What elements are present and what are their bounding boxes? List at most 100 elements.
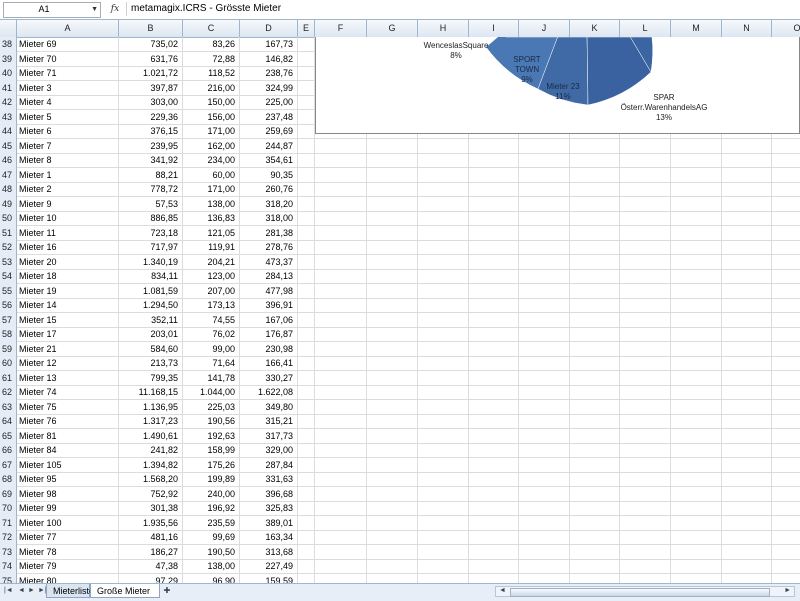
cell-value-b[interactable]: 239,95 (119, 138, 183, 154)
cell-value-c[interactable]: 162,00 (183, 138, 240, 154)
row-number[interactable]: 50 (0, 211, 17, 226)
cell-value-c[interactable]: 76,02 (183, 327, 240, 342)
cell-value-d[interactable]: 227,49 (240, 559, 298, 574)
next-sheet-icon[interactable]: ► (28, 587, 35, 594)
table-row[interactable]: 45 Mieter 7 239,95 162,00 244,87 (0, 138, 800, 154)
cell-tenant-name[interactable]: Mieter 80 (17, 573, 119, 583)
formula-input[interactable]: metamagix.ICRS - Grösste Mieter (131, 3, 281, 14)
cell-value-c[interactable]: 99,69 (183, 530, 240, 545)
cell-tenant-name[interactable]: Mieter 9 (17, 196, 119, 212)
cell-tenant-name[interactable]: Mieter 99 (17, 501, 119, 516)
cell-tenant-name[interactable]: Mieter 18 (17, 269, 119, 284)
cell-value-b[interactable]: 11.168,15 (119, 385, 183, 400)
pie-chart[interactable]: WenceslasSquare 8% SPORT TOWN 9% Mieter … (315, 37, 800, 134)
table-row[interactable]: 63 Mieter 75 1.136,95 225,03 349,80 (0, 399, 800, 415)
cell-value-b[interactable]: 735,02 (119, 37, 183, 52)
cell-value-c[interactable]: 171,00 (183, 182, 240, 197)
cell-value-d[interactable]: 317,73 (240, 428, 298, 444)
cell-value-b[interactable]: 886,85 (119, 211, 183, 226)
cell-value-c[interactable]: 173,13 (183, 298, 240, 313)
cell-tenant-name[interactable]: Mieter 8 (17, 153, 119, 168)
cell-value-c[interactable]: 192,63 (183, 428, 240, 444)
table-row[interactable]: 56 Mieter 14 1.294,50 173,13 396,91 (0, 298, 800, 313)
insert-sheet-icon[interactable]: ✚ (161, 585, 173, 597)
column-header-g[interactable]: G (367, 20, 418, 37)
cell-value-d[interactable]: 473,37 (240, 254, 298, 270)
cell-value-b[interactable]: 1.021,72 (119, 66, 183, 81)
column-header-a[interactable]: A (17, 20, 119, 37)
table-row[interactable]: 67 Mieter 105 1.394,82 175,26 287,84 (0, 457, 800, 473)
cell-tenant-name[interactable]: Mieter 76 (17, 414, 119, 429)
cell-value-d[interactable]: 318,20 (240, 196, 298, 212)
table-row[interactable]: 69 Mieter 98 752,92 240,00 396,68 (0, 486, 800, 502)
column-header-i[interactable]: I (469, 20, 519, 37)
cell-value-b[interactable]: 1.317,23 (119, 414, 183, 429)
cell-tenant-name[interactable]: Mieter 6 (17, 124, 119, 139)
table-row[interactable]: 46 Mieter 8 341,92 234,00 354,61 (0, 153, 800, 168)
cell-value-b[interactable]: 717,97 (119, 240, 183, 255)
cell-value-d[interactable]: 163,34 (240, 530, 298, 545)
column-header-n[interactable]: N (722, 20, 772, 37)
tab-grosse-mieter[interactable]: Große Mieter (90, 584, 160, 598)
cell-value-d[interactable]: 315,21 (240, 414, 298, 429)
cell-value-b[interactable]: 778,72 (119, 182, 183, 197)
cell-value-b[interactable]: 397,87 (119, 80, 183, 96)
cell-value-d[interactable]: 166,41 (240, 356, 298, 371)
row-number[interactable]: 60 (0, 356, 17, 371)
row-number[interactable]: 72 (0, 530, 17, 545)
cell-value-c[interactable]: 190,56 (183, 414, 240, 429)
cell-value-b[interactable]: 97,29 (119, 573, 183, 583)
cell-value-d[interactable]: 1.622,08 (240, 385, 298, 400)
cell-value-c[interactable]: 141,78 (183, 370, 240, 386)
row-number[interactable]: 53 (0, 254, 17, 270)
cell-tenant-name[interactable]: Mieter 105 (17, 457, 119, 473)
cell-value-b[interactable]: 1.568,20 (119, 472, 183, 487)
cell-value-b[interactable]: 186,27 (119, 544, 183, 560)
cell-value-c[interactable]: 60,00 (183, 167, 240, 183)
row-number[interactable]: 56 (0, 298, 17, 313)
row-number[interactable]: 42 (0, 95, 17, 110)
cell-value-b[interactable]: 303,00 (119, 95, 183, 110)
cell-value-c[interactable]: 190,50 (183, 544, 240, 560)
row-number[interactable]: 55 (0, 283, 17, 299)
cell-value-c[interactable]: 119,91 (183, 240, 240, 255)
cell-value-b[interactable]: 57,53 (119, 196, 183, 212)
cell-value-c[interactable]: 204,21 (183, 254, 240, 270)
cell-value-c[interactable]: 74,55 (183, 312, 240, 328)
cell-tenant-name[interactable]: Mieter 21 (17, 341, 119, 357)
row-number[interactable]: 61 (0, 370, 17, 386)
row-number[interactable]: 39 (0, 51, 17, 67)
cell-value-d[interactable]: 238,76 (240, 66, 298, 81)
cell-value-c[interactable]: 99,00 (183, 341, 240, 357)
cell-tenant-name[interactable]: Mieter 11 (17, 225, 119, 241)
cell-value-c[interactable]: 121,05 (183, 225, 240, 241)
cell-tenant-name[interactable]: Mieter 14 (17, 298, 119, 313)
cell-tenant-name[interactable]: Mieter 74 (17, 385, 119, 400)
cell-value-d[interactable]: 325,83 (240, 501, 298, 516)
column-header-d[interactable]: D (240, 20, 298, 37)
table-row[interactable]: 73 Mieter 78 186,27 190,50 313,68 (0, 544, 800, 560)
table-row[interactable]: 68 Mieter 95 1.568,20 199,89 331,63 (0, 472, 800, 487)
cell-value-d[interactable]: 278,76 (240, 240, 298, 255)
cell-value-c[interactable]: 71,64 (183, 356, 240, 371)
cell-value-b[interactable]: 203,01 (119, 327, 183, 342)
row-number[interactable]: 38 (0, 37, 17, 52)
cell-value-d[interactable]: 260,76 (240, 182, 298, 197)
cell-value-c[interactable]: 150,00 (183, 95, 240, 110)
row-number[interactable]: 41 (0, 80, 17, 96)
cell-value-d[interactable]: 329,00 (240, 443, 298, 458)
cell-value-b[interactable]: 341,92 (119, 153, 183, 168)
cell-value-d[interactable]: 281,38 (240, 225, 298, 241)
cell-value-d[interactable]: 287,84 (240, 457, 298, 473)
cell-tenant-name[interactable]: Mieter 12 (17, 356, 119, 371)
cell-value-d[interactable]: 477,98 (240, 283, 298, 299)
cell-value-d[interactable]: 396,91 (240, 298, 298, 313)
cell-tenant-name[interactable]: Mieter 5 (17, 109, 119, 125)
scrollbar-thumb[interactable] (510, 588, 770, 597)
cell-value-d[interactable]: 396,68 (240, 486, 298, 502)
cell-value-b[interactable]: 1.490,61 (119, 428, 183, 444)
cell-value-d[interactable]: 225,00 (240, 95, 298, 110)
row-number[interactable]: 43 (0, 109, 17, 125)
cell-value-b[interactable]: 352,11 (119, 312, 183, 328)
cell-value-d[interactable]: 237,48 (240, 109, 298, 125)
